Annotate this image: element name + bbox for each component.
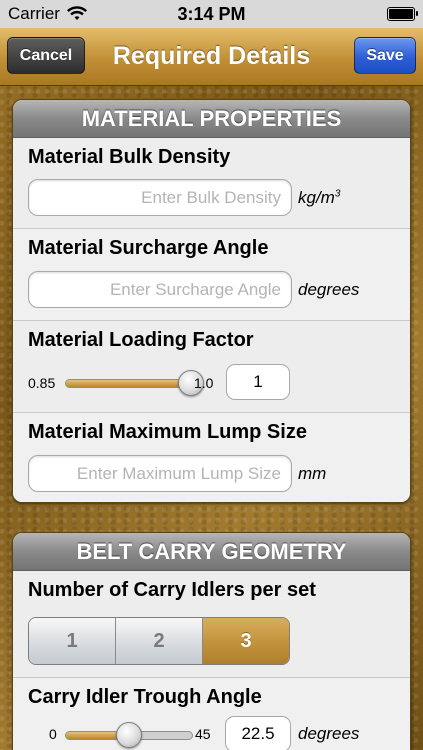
status-time: 3:14 PM (177, 3, 246, 24)
carry-idlers-option-2[interactable]: 2 (116, 618, 203, 664)
surcharge-angle-unit: degrees (298, 280, 360, 299)
bulk-density-unit-superscript: 3 (334, 188, 341, 200)
status-left: Carrier (8, 4, 88, 24)
loading-factor-row: Material Loading Factor 0.85 1.0 1 (13, 321, 410, 413)
trough-angle-label: Carry Idler Trough Angle (28, 686, 262, 708)
carry-idlers-option-3[interactable]: 3 (203, 618, 289, 664)
bulk-density-unit: kg/m3 (298, 188, 340, 208)
surcharge-angle-placeholder: Enter Surcharge Angle (109, 279, 281, 299)
save-button[interactable]: Save (354, 37, 416, 74)
trough-angle-row: Carry Idler Trough Angle 0 45 22.5 degre… (13, 678, 410, 750)
carry-idlers-option-1[interactable]: 1 (29, 618, 116, 664)
trough-angle-min: 0 (49, 726, 57, 742)
trough-angle-max: 45 (195, 726, 211, 742)
page-title: Required Details (112, 42, 311, 70)
surcharge-angle-input[interactable]: Enter Surcharge Angle (28, 271, 292, 308)
loading-factor-min: 0.85 (28, 375, 56, 391)
belt-carry-geometry-section: BELT CARRY GEOMETRY Number of Carry Idle… (12, 532, 411, 750)
trough-angle-unit: degrees (298, 724, 360, 743)
belt-carry-geometry-header: BELT CARRY GEOMETRY (13, 533, 410, 571)
loading-factor-max: 1.0 (194, 375, 214, 391)
loading-factor-slider-fill (66, 380, 192, 387)
loading-factor-slider-track[interactable] (65, 379, 192, 388)
carry-idlers-segmented-control: 1 2 3 (28, 617, 290, 665)
bulk-density-placeholder: Enter Bulk Density (141, 187, 281, 207)
loading-factor-label: Material Loading Factor (28, 329, 254, 351)
lump-size-label: Material Maximum Lump Size (28, 421, 307, 443)
status-bar: Carrier 3:14 PM (0, 0, 423, 28)
battery-icon (387, 7, 418, 21)
carry-idlers-label: Number of Carry Idlers per set (28, 579, 316, 601)
carrier-label: Carrier (8, 4, 60, 23)
material-properties-header: MATERIAL PROPERTIES (13, 100, 410, 138)
navigation-bar: Cancel Required Details Save (0, 28, 423, 86)
wifi-icon (66, 6, 88, 22)
lump-size-row: Material Maximum Lump Size Enter Maximum… (13, 413, 410, 502)
surcharge-angle-label: Material Surcharge Angle (28, 237, 269, 259)
surcharge-angle-row: Material Surcharge Angle Enter Surcharge… (13, 229, 410, 321)
bulk-density-row: Material Bulk Density Enter Bulk Density… (13, 138, 410, 229)
form-scroll-area[interactable]: MATERIAL PROPERTIES Material Bulk Densit… (0, 86, 423, 750)
lump-size-input[interactable]: Enter Maximum Lump Size (28, 455, 292, 492)
bulk-density-unit-base: kg/m (298, 188, 335, 207)
lump-size-unit: mm (298, 464, 327, 483)
bulk-density-input[interactable]: Enter Bulk Density (28, 179, 292, 216)
loading-factor-value-field[interactable]: 1 (226, 364, 290, 400)
cancel-button[interactable]: Cancel (7, 37, 85, 74)
carry-idlers-row: Number of Carry Idlers per set 1 2 3 (13, 571, 410, 678)
material-properties-section: MATERIAL PROPERTIES Material Bulk Densit… (12, 99, 411, 503)
bulk-density-label: Material Bulk Density (28, 146, 231, 168)
trough-angle-slider-thumb[interactable] (116, 722, 142, 748)
lump-size-placeholder: Enter Maximum Lump Size (76, 463, 281, 483)
trough-angle-value-field[interactable]: 22.5 (225, 716, 291, 750)
